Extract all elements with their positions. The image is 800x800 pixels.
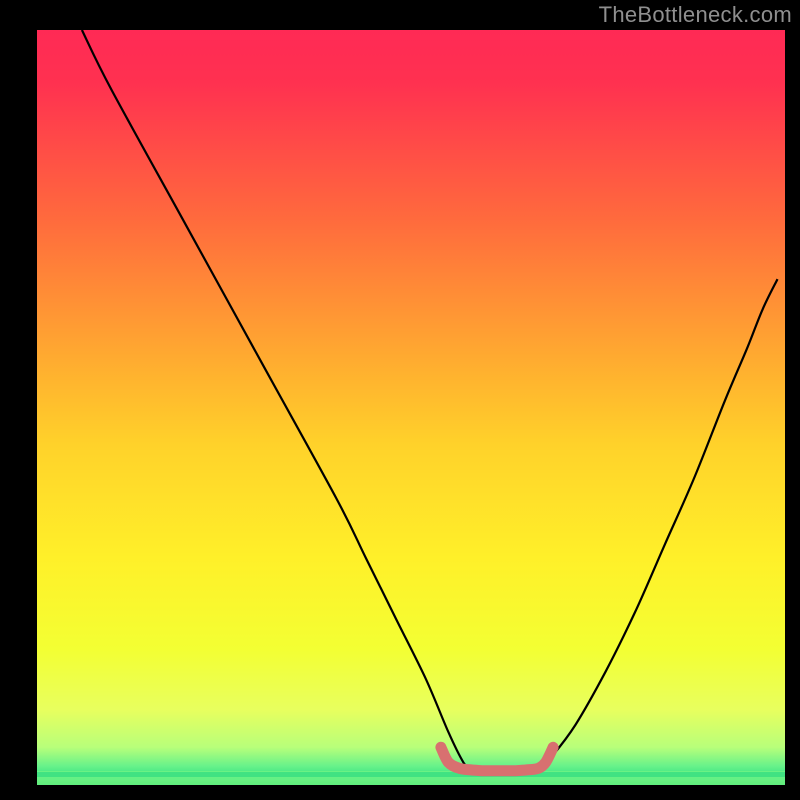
attribution-text: TheBottleneck.com <box>599 2 792 28</box>
chart-stage: TheBottleneck.com <box>0 0 800 800</box>
bottleneck-chart <box>0 0 800 800</box>
gradient-panel <box>37 30 785 785</box>
green-bands <box>37 771 785 785</box>
